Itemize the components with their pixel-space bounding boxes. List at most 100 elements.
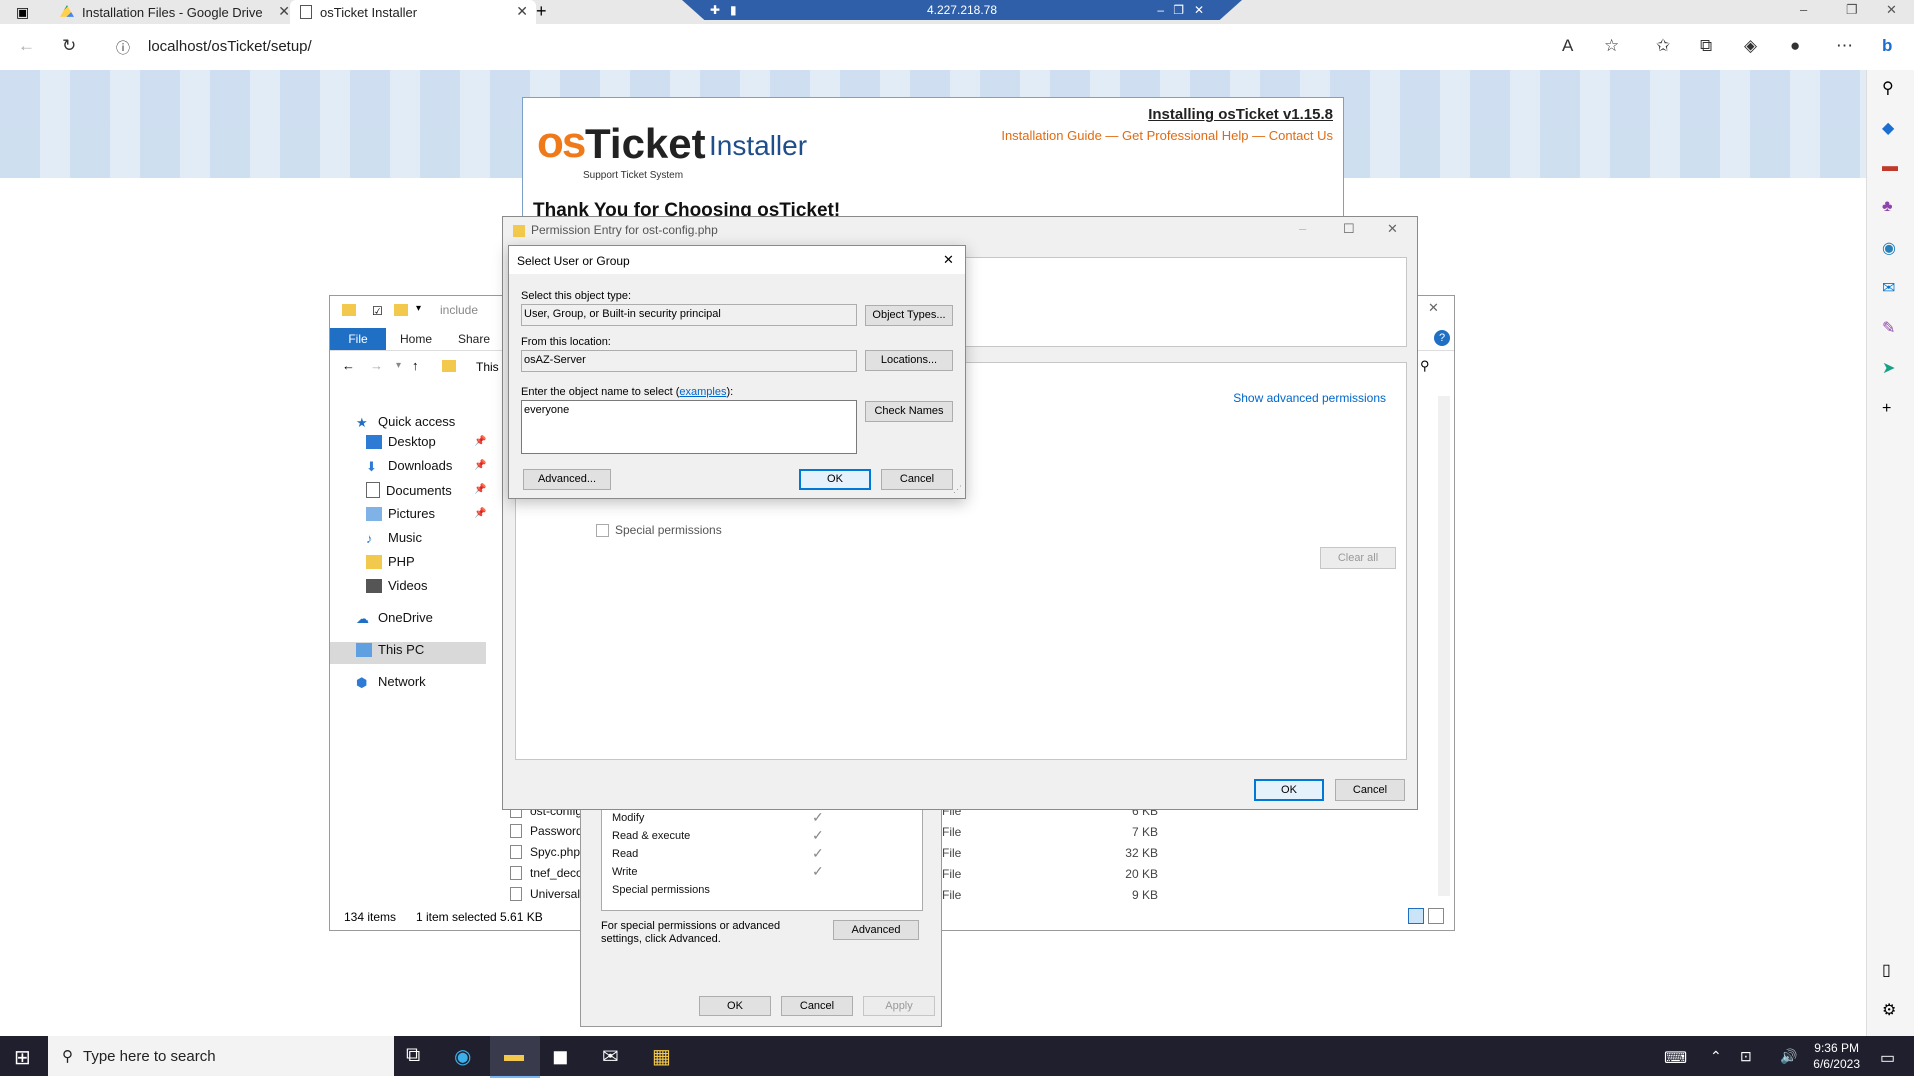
nav-pictures[interactable]: Pictures	[366, 506, 435, 521]
profile-icon[interactable]: ●	[1790, 36, 1800, 56]
search-icon[interactable]: ⚲	[1882, 78, 1894, 98]
mail-icon[interactable]: ✉	[602, 1044, 619, 1069]
close-tab-icon[interactable]: ✕	[278, 3, 290, 20]
taskbar-search[interactable]: ⚲ Type here to search	[48, 1036, 394, 1076]
pin-icon[interactable]: 📌	[474, 436, 486, 447]
nav-desktop[interactable]: Desktop	[366, 434, 436, 449]
favorite-icon[interactable]: ☆	[1604, 36, 1619, 56]
windows-start-icon[interactable]: ⊞	[14, 1045, 31, 1070]
window-minimize-icon[interactable]: –	[1800, 2, 1807, 17]
ok-button[interactable]: OK	[799, 469, 871, 490]
server-manager-icon[interactable]: ▦	[652, 1044, 671, 1069]
outlook-icon[interactable]: ✉	[1882, 278, 1895, 298]
back-icon[interactable]: ←	[18, 36, 35, 56]
more-icon[interactable]: ⋯	[1836, 36, 1853, 56]
pin-icon[interactable]: 📌	[474, 460, 486, 471]
favorites-icon[interactable]: ✩	[1656, 36, 1670, 56]
pin-icon[interactable]: 📌	[474, 508, 486, 519]
clear-all-button[interactable]: Clear all	[1320, 547, 1396, 569]
close-tab-icon[interactable]: ✕	[516, 3, 528, 20]
object-name-input[interactable]: everyone	[521, 400, 857, 454]
advanced-button[interactable]: Advanced...	[523, 469, 611, 490]
nav-documents[interactable]: Documents	[366, 482, 452, 498]
file-row[interactable]: Password	[510, 824, 583, 838]
ok-button[interactable]: OK	[699, 996, 771, 1016]
cancel-button[interactable]: Cancel	[1335, 779, 1405, 801]
ribbon-tab-share[interactable]: Share	[458, 332, 490, 346]
collections-icon[interactable]: ⧉	[1700, 36, 1712, 56]
add-icon[interactable]: +	[1882, 400, 1891, 418]
designer-icon[interactable]: ✎	[1882, 318, 1895, 338]
send-icon[interactable]: ➤	[1882, 358, 1895, 378]
ribbon-tab-file[interactable]: File	[330, 328, 386, 350]
tools-icon[interactable]: ▬	[1882, 158, 1898, 176]
refresh-icon[interactable]: ↻	[62, 36, 76, 56]
tab-google-drive[interactable]: Installation Files - Google Drive ✕	[50, 0, 298, 24]
show-advanced-link[interactable]: Show advanced permissions	[1233, 391, 1386, 405]
file-row[interactable]: Spyc.php	[510, 845, 580, 859]
up-icon[interactable]: ↑	[412, 358, 419, 373]
window-restore-icon[interactable]: ❐	[1846, 2, 1858, 18]
special-permissions-checkbox[interactable]	[596, 523, 609, 537]
ok-button[interactable]: OK	[1254, 779, 1324, 801]
minimize-icon[interactable]: –	[1299, 221, 1306, 236]
settings-icon[interactable]: ⚙	[1882, 1000, 1896, 1020]
shopping-icon[interactable]: ◆	[1882, 118, 1894, 138]
check-names-button[interactable]: Check Names	[865, 401, 953, 422]
restore-icon[interactable]: ❐	[1173, 3, 1184, 17]
examples-link[interactable]: examples	[679, 386, 726, 398]
tab-osticket-installer[interactable]: osTicket Installer ✕	[290, 0, 536, 24]
bing-icon[interactable]: b	[1882, 36, 1892, 56]
cancel-button[interactable]: Cancel	[881, 469, 953, 490]
object-types-button[interactable]: Object Types...	[865, 305, 953, 326]
task-view-icon[interactable]: ⧉	[406, 1044, 420, 1067]
tab-actions-icon[interactable]: ▣	[16, 4, 29, 21]
nav-this-pc[interactable]: This PC	[356, 642, 424, 657]
file-row[interactable]: UniversalC	[510, 887, 589, 901]
sidebar-toggle-icon[interactable]: ▯	[1882, 960, 1891, 980]
breadcrumb[interactable]: This I	[476, 360, 505, 374]
games-icon[interactable]: ♣	[1882, 198, 1893, 216]
nav-php[interactable]: PHP	[366, 554, 415, 569]
pin-icon[interactable]: ✚	[710, 3, 720, 17]
dropdown-icon[interactable]: ▾	[416, 303, 421, 314]
show-hidden-icon[interactable]: ⌃	[1710, 1048, 1722, 1065]
nav-videos[interactable]: Videos	[366, 578, 428, 593]
notifications-icon[interactable]: ▭	[1880, 1048, 1895, 1068]
back-icon[interactable]: ←	[342, 358, 355, 373]
installer-links[interactable]: Installation Guide — Get Professional He…	[1001, 128, 1333, 143]
nav-downloads[interactable]: ⬇ Downloads	[366, 458, 452, 474]
search-icon[interactable]: ⚲	[1420, 358, 1430, 374]
pin-icon[interactable]: 📌	[474, 484, 486, 495]
store-icon[interactable]: ◼	[552, 1044, 569, 1069]
nav-network[interactable]: ⬢ Network	[356, 674, 426, 690]
edge-icon[interactable]: ◉	[454, 1044, 471, 1069]
url-field[interactable]: localhost/osTicket/setup/	[148, 38, 312, 55]
cancel-button[interactable]: Cancel	[781, 996, 853, 1016]
close-icon[interactable]: ✕	[943, 252, 954, 268]
details-view-icon[interactable]	[1408, 908, 1424, 924]
read-aloud-icon[interactable]: A	[1562, 36, 1573, 56]
info-icon[interactable]: ⓘ	[116, 38, 130, 58]
ribbon-tab-home[interactable]: Home	[400, 332, 432, 346]
apply-button[interactable]: Apply	[863, 996, 935, 1016]
extensions-icon[interactable]: ◈	[1744, 36, 1757, 56]
scrollbar[interactable]	[1438, 396, 1450, 896]
system-clock[interactable]: 9:36 PM 6/6/2023	[1813, 1040, 1860, 1072]
recent-icon[interactable]: ▾	[396, 360, 401, 371]
forward-icon[interactable]: →	[370, 358, 383, 373]
close-icon[interactable]: ✕	[1194, 3, 1204, 17]
nav-quick-access[interactable]: ★ Quick access	[356, 414, 455, 430]
large-icons-view-icon[interactable]	[1428, 908, 1444, 924]
maximize-icon[interactable]: ☐	[1343, 221, 1355, 237]
network-icon[interactable]: ⊡	[1740, 1048, 1752, 1065]
volume-icon[interactable]: 🔊	[1780, 1048, 1797, 1065]
file-row[interactable]: tnef_deco	[510, 866, 583, 880]
nav-music[interactable]: ♪ Music	[366, 530, 422, 546]
office-icon[interactable]: ◉	[1882, 238, 1896, 258]
resize-grip-icon[interactable]: ⋰	[953, 484, 962, 495]
file-explorer-icon[interactable]: ▬	[504, 1044, 524, 1067]
explorer-close-icon[interactable]: ✕	[1428, 300, 1439, 316]
keyboard-icon[interactable]: ⌨	[1664, 1048, 1687, 1068]
help-icon[interactable]: ?	[1434, 330, 1450, 346]
